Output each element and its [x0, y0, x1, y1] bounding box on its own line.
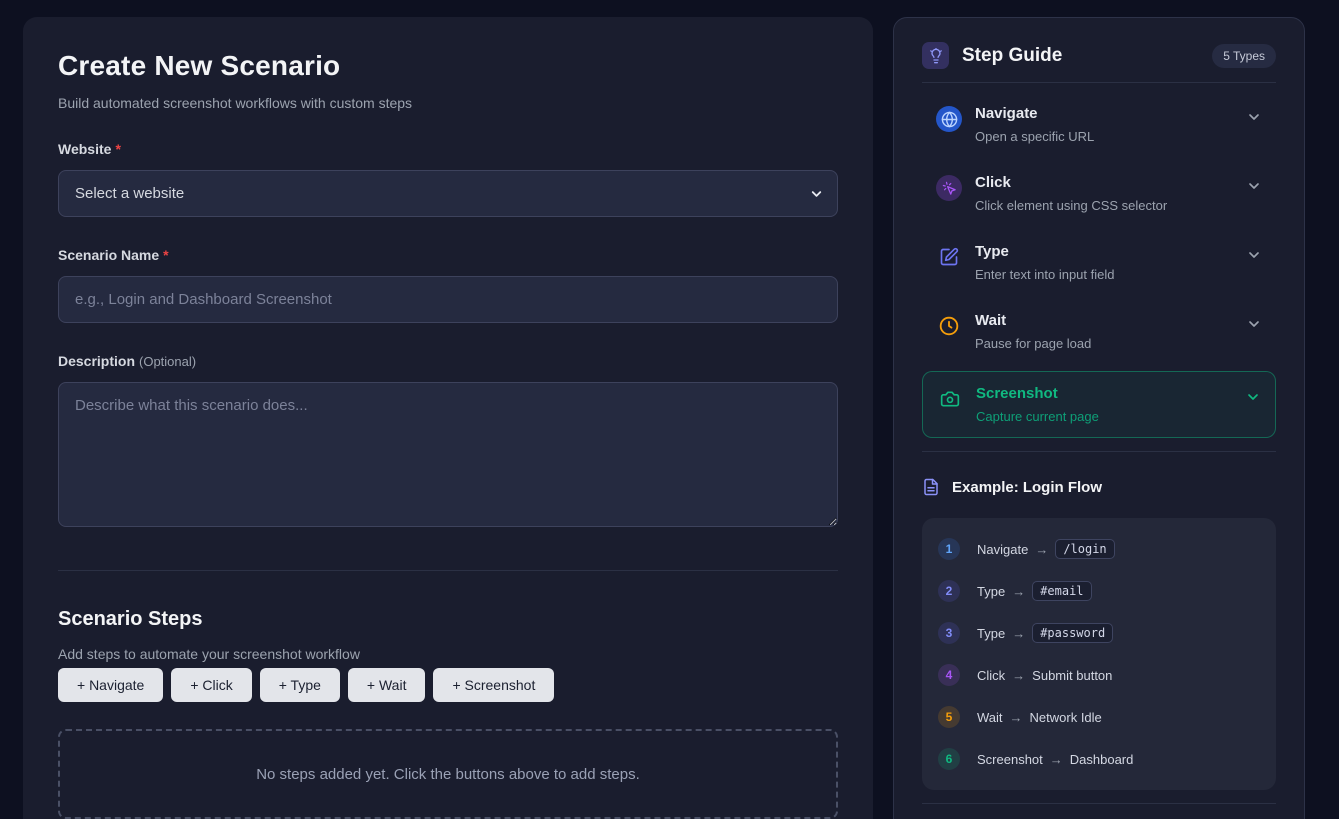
- optional-tag: (Optional): [139, 354, 196, 369]
- page-title: Create New Scenario: [58, 50, 838, 82]
- pencil-square-icon: [936, 244, 962, 270]
- website-label-text: Website: [58, 141, 111, 157]
- add-click-button[interactable]: + Click: [171, 668, 251, 702]
- step-target: Network Idle: [1030, 710, 1102, 725]
- step-target: Submit button: [1032, 668, 1112, 683]
- camera-icon: [937, 386, 963, 412]
- example-divider: [922, 451, 1276, 452]
- add-navigate-button[interactable]: + Navigate: [58, 668, 163, 702]
- description-label: Description (Optional): [58, 353, 838, 369]
- guide-item-title: Wait: [975, 312, 1246, 329]
- step-number-badge: 1: [938, 538, 960, 560]
- description-textarea[interactable]: [58, 382, 838, 527]
- example-header: Example: Login Flow: [922, 478, 1276, 496]
- step-number-badge: 3: [938, 622, 960, 644]
- step-guide-panel: Step Guide 5 Types Navigate Open a speci…: [893, 17, 1305, 819]
- add-type-button[interactable]: + Type: [260, 668, 340, 702]
- example-step-row: 5 Wait → Network Idle: [938, 701, 1260, 733]
- add-screenshot-button[interactable]: + Screenshot: [433, 668, 554, 702]
- step-guide-title: Step Guide: [962, 45, 1212, 67]
- arrow-glyph: →: [1010, 710, 1023, 725]
- step-action: Navigate: [977, 542, 1028, 557]
- step-target-code: #password: [1032, 623, 1113, 643]
- guide-item-title: Screenshot: [976, 385, 1245, 402]
- required-asterisk: *: [163, 247, 168, 263]
- empty-steps-placeholder: No steps added yet. Click the buttons ab…: [58, 729, 838, 819]
- scenario-name-input[interactable]: [58, 276, 838, 323]
- chevron-down-icon[interactable]: [1245, 389, 1261, 405]
- step-guide-header: Step Guide 5 Types: [922, 42, 1276, 69]
- scenario-steps-subtitle: Add steps to automate your screenshot wo…: [58, 646, 838, 662]
- guide-item-description: Pause for page load: [975, 336, 1246, 351]
- step-number-badge: 6: [938, 748, 960, 770]
- step-number-badge: 2: [938, 580, 960, 602]
- example-steps-card: 1 Navigate → /login 2 Type → #email 3 Type → #…: [922, 518, 1276, 790]
- arrow-glyph: →: [1012, 584, 1025, 599]
- guide-item-screenshot[interactable]: Screenshot Capture current page: [922, 371, 1276, 438]
- lightbulb-icon: [922, 42, 949, 69]
- guide-item-description: Capture current page: [976, 409, 1245, 424]
- arrow-glyph: →: [1012, 668, 1025, 683]
- arrow-glyph: →: [1012, 626, 1025, 641]
- website-label: Website*: [58, 141, 838, 157]
- example-step-row: 3 Type → #password: [938, 617, 1260, 649]
- example-step-row: 2 Type → #email: [938, 575, 1260, 607]
- guide-item-click[interactable]: Click Click element using CSS selector: [922, 164, 1276, 223]
- page-subtitle: Build automated screenshot workflows wit…: [58, 95, 838, 111]
- example-step-row: 4 Click → Submit button: [938, 659, 1260, 691]
- cursor-click-icon: [936, 175, 962, 201]
- required-asterisk: *: [115, 141, 120, 157]
- step-target: Dashboard: [1070, 752, 1134, 767]
- step-action: Screenshot: [977, 752, 1043, 767]
- step-buttons-row: + Navigate + Click + Type + Wait + Scree…: [58, 668, 838, 702]
- scenario-steps-title: Scenario Steps: [58, 608, 838, 631]
- guide-item-title: Navigate: [975, 105, 1246, 122]
- pro-tips-divider: [922, 803, 1276, 804]
- scenario-name-label: Scenario Name*: [58, 247, 838, 263]
- guide-item-title: Click: [975, 174, 1246, 191]
- clock-icon: [936, 313, 962, 339]
- step-target-code: /login: [1055, 539, 1114, 559]
- guide-divider: [922, 82, 1276, 83]
- example-step-row: 1 Navigate → /login: [938, 533, 1260, 565]
- chevron-down-icon[interactable]: [1246, 247, 1262, 263]
- chevron-down-icon[interactable]: [1246, 178, 1262, 194]
- description-label-text: Description: [58, 353, 135, 369]
- empty-steps-message: No steps added yet. Click the buttons ab…: [256, 766, 640, 783]
- step-action: Type: [977, 626, 1005, 641]
- step-action: Type: [977, 584, 1005, 599]
- document-icon: [922, 478, 940, 496]
- chevron-down-icon[interactable]: [1246, 316, 1262, 332]
- example-title: Example: Login Flow: [952, 479, 1102, 496]
- step-action: Click: [977, 668, 1005, 683]
- chevron-down-icon[interactable]: [1246, 109, 1262, 125]
- add-wait-button[interactable]: + Wait: [348, 668, 426, 702]
- scenario-name-label-text: Scenario Name: [58, 247, 159, 263]
- example-step-row: 6 Screenshot → Dashboard: [938, 743, 1260, 775]
- arrow-glyph: →: [1035, 542, 1048, 557]
- website-select[interactable]: Select a website: [58, 170, 838, 217]
- guide-item-navigate[interactable]: Navigate Open a specific URL: [922, 95, 1276, 154]
- arrow-glyph: →: [1050, 752, 1063, 767]
- types-count-badge: 5 Types: [1212, 44, 1276, 68]
- guide-item-wait[interactable]: Wait Pause for page load: [922, 302, 1276, 361]
- guide-item-title: Type: [975, 243, 1246, 260]
- step-number-badge: 4: [938, 664, 960, 686]
- step-target-code: #email: [1032, 581, 1091, 601]
- step-action: Wait: [977, 710, 1003, 725]
- guide-item-description: Click element using CSS selector: [975, 198, 1246, 213]
- guide-items-list: Navigate Open a specific URL Click Click…: [922, 95, 1276, 438]
- form-divider: [58, 570, 838, 571]
- guide-item-description: Open a specific URL: [975, 129, 1246, 144]
- guide-item-type[interactable]: Type Enter text into input field: [922, 233, 1276, 292]
- guide-item-description: Enter text into input field: [975, 267, 1246, 282]
- globe-icon: [936, 106, 962, 132]
- create-scenario-panel: Create New Scenario Build automated scre…: [23, 17, 873, 819]
- step-number-badge: 5: [938, 706, 960, 728]
